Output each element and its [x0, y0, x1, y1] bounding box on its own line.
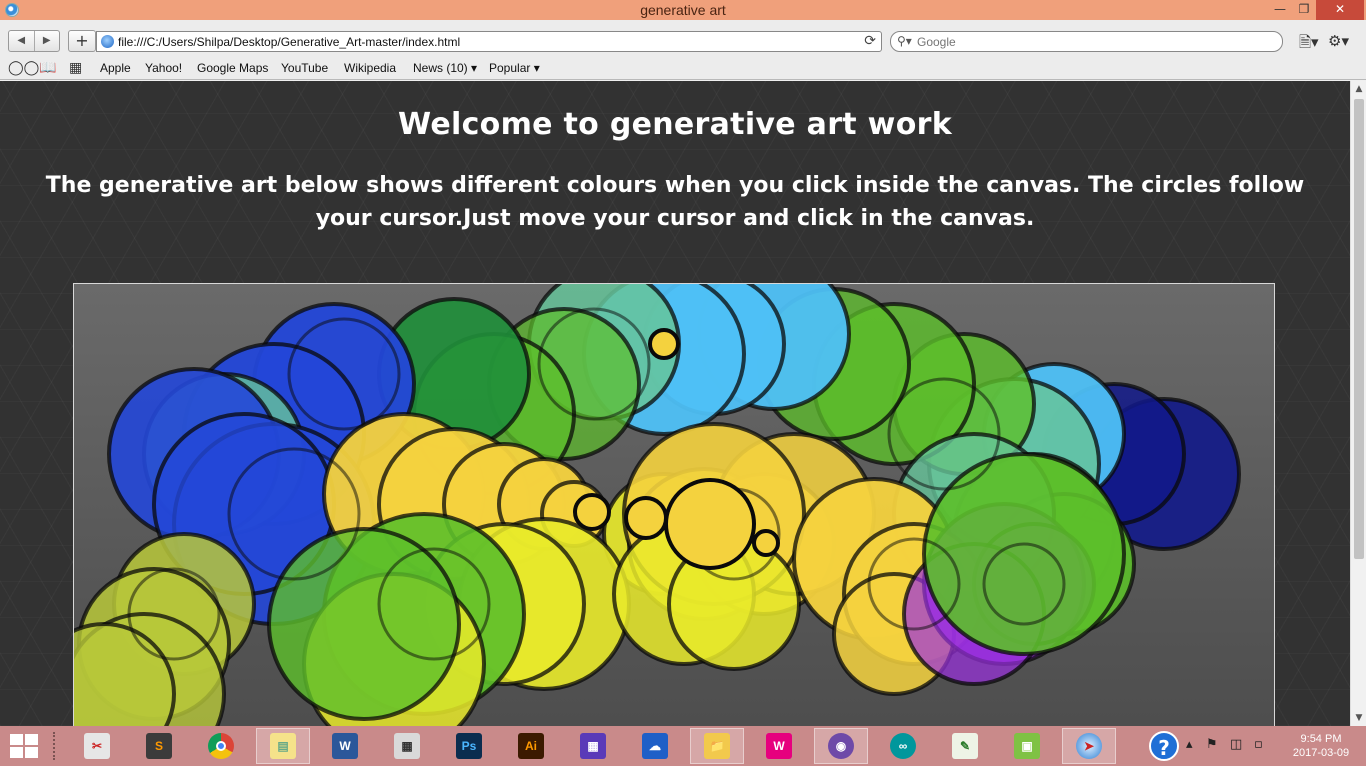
art-trail-circle-4	[648, 328, 680, 360]
wamp-icon[interactable]: W	[752, 728, 806, 764]
art-circle-44	[267, 527, 461, 721]
scroll-up-arrow[interactable]: ▲	[1351, 81, 1366, 97]
clock-date: 2017-03-09	[1292, 747, 1350, 759]
battery-icon[interactable]: ◫	[1230, 737, 1242, 752]
bookmark-google-maps[interactable]: Google Maps	[197, 61, 268, 75]
url-text[interactable]: file:///C:/Users/Shilpa/Desktop/Generati…	[118, 35, 460, 49]
snipping-tool-icon[interactable]: ✂	[70, 728, 124, 764]
bookmarks-book-icon[interactable]: 📖	[39, 60, 56, 76]
tray-expand-icon[interactable]: ▴	[1186, 737, 1193, 752]
bookmarks-bar: ◯◯ 📖 ▦ Apple Yahoo! Google Maps YouTube …	[0, 58, 1366, 80]
word-icon[interactable]: W	[318, 728, 372, 764]
remote-icon[interactable]: ▣	[1000, 728, 1054, 764]
calculator-icon[interactable]: ▦	[380, 728, 434, 764]
page-title: Welcome to generative art work	[398, 107, 952, 142]
scroll-thumb[interactable]	[1354, 99, 1364, 559]
globe-icon	[101, 35, 114, 48]
taskbar: ✂ S ▤ W ▦ Ps Ai ▦ ☁ 📁 W ◉ ∞ ✎ ▣ ➤ ? ▴ ⚑ …	[0, 726, 1366, 766]
scroll-down-arrow[interactable]: ▼	[1351, 710, 1366, 726]
windows-start-icon[interactable]	[10, 734, 40, 758]
photoshop-icon[interactable]: Ps	[442, 728, 496, 764]
art-trail-circle-0	[573, 493, 611, 531]
page-content: Welcome to generative art work The gener…	[0, 81, 1350, 726]
taskbar-clock[interactable]: 9:54 PM 2017-03-09	[1286, 732, 1356, 760]
art-canvas[interactable]	[73, 283, 1275, 726]
forward-button[interactable]: ▶	[35, 31, 60, 51]
calendar-icon[interactable]: ▦	[566, 728, 620, 764]
photos-icon[interactable]: ▤	[256, 728, 310, 764]
search-input[interactable]	[917, 34, 1277, 50]
page-description: The generative art below shows different…	[45, 173, 1305, 231]
title-bar: generative art — ❐ ✕	[0, 0, 1366, 20]
onedrive-icon[interactable]: ☁	[628, 728, 682, 764]
bookmark-wikipedia[interactable]: Wikipedia	[344, 61, 396, 75]
file-explorer-icon[interactable]: 📁	[690, 728, 744, 764]
restore-button[interactable]: ❐	[1290, 0, 1318, 20]
back-button[interactable]: ◀	[9, 31, 35, 51]
flag-icon[interactable]: ⚑	[1206, 737, 1218, 752]
page-scrollbar[interactable]: ▲ ▼	[1350, 81, 1366, 726]
search-bar[interactable]: ⚲▾	[890, 31, 1283, 52]
close-button[interactable]: ✕	[1316, 0, 1364, 20]
search-icon[interactable]: ⚲▾	[897, 34, 912, 48]
arduino-icon[interactable]: ∞	[876, 728, 930, 764]
address-bar[interactable]: file:///C:/Users/Shilpa/Desktop/Generati…	[96, 31, 882, 52]
window-title: generative art	[640, 2, 726, 18]
help-icon[interactable]: ?	[1149, 731, 1179, 761]
sublime-text-icon[interactable]: S	[132, 728, 186, 764]
bookmark-yahoo[interactable]: Yahoo!	[145, 61, 182, 75]
chrome-icon[interactable]	[194, 728, 248, 764]
bookmark-popular-folder[interactable]: Popular ▾	[489, 61, 540, 75]
page-menu-icon[interactable]: 🗎▾	[1299, 32, 1319, 57]
add-bookmark-button[interactable]: +	[68, 30, 96, 52]
browser-toolbar: ◀ ▶ + file:///C:/Users/Shilpa/Desktop/Ge…	[0, 20, 1366, 60]
reading-list-icon[interactable]: ◯◯	[8, 60, 39, 76]
gear-icon[interactable]: ⚙▾	[1328, 32, 1349, 50]
github-icon[interactable]: ◉	[814, 728, 868, 764]
reload-icon[interactable]: ⟳	[864, 33, 876, 49]
art-trail-circle-2	[664, 478, 756, 570]
signal-icon[interactable]: ▫	[1254, 737, 1263, 752]
taskbar-grip	[53, 732, 57, 760]
bookmark-youtube[interactable]: YouTube	[281, 61, 328, 75]
safari-icon[interactable]: ➤	[1062, 728, 1116, 764]
art-trail-circle-3	[752, 529, 780, 557]
illustrator-icon[interactable]: Ai	[504, 728, 558, 764]
generative-art-svg[interactable]	[74, 284, 1274, 726]
bookmark-news-folder[interactable]: News (10) ▾	[413, 61, 477, 75]
bookmark-apple[interactable]: Apple	[100, 61, 131, 75]
notepad-icon[interactable]: ✎	[938, 728, 992, 764]
art-trail-circle-1	[624, 496, 668, 540]
clock-time: 9:54 PM	[1300, 733, 1342, 745]
nav-buttons: ◀ ▶	[8, 30, 60, 52]
top-sites-grid-icon[interactable]: ▦	[69, 60, 82, 76]
